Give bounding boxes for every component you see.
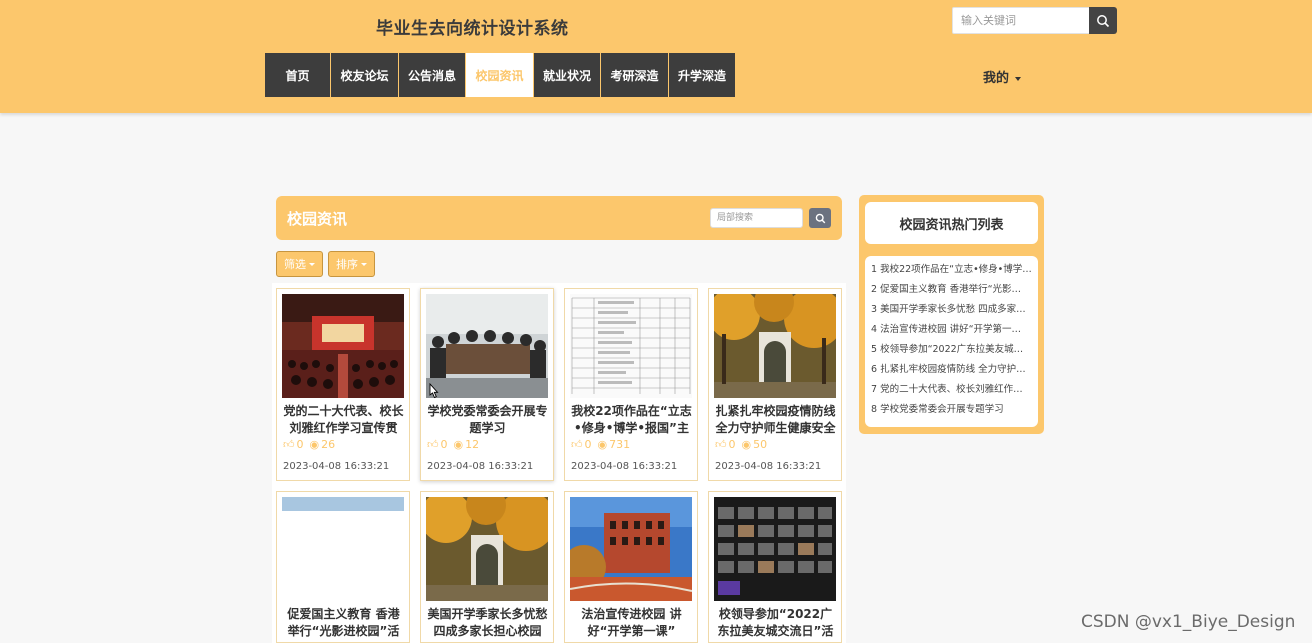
news-title: 美国开学季家长多忧愁 四成多家长担心校园安…: [427, 607, 548, 638]
hot-list-item[interactable]: 4 法治宣传进校园 讲好“开学第一…: [871, 320, 1032, 340]
news-card[interactable]: 我校22项作品在“立志•修身•博学•报国”主题… 👍︎0 ◉731 2023-0…: [564, 288, 698, 481]
filter-label: 筛选: [284, 258, 306, 271]
news-stats: 👍︎ 0 ◉ 12: [427, 438, 479, 451]
news-thumbnail: [570, 497, 692, 601]
news-stats: 👍︎ 0 ◉ 731: [571, 438, 630, 451]
nav-alumni-forum[interactable]: 校友论坛: [331, 53, 399, 97]
news-thumbnail: [714, 497, 836, 601]
sort-label: 排序: [336, 258, 358, 271]
news-title: 校领导参加“2022广东拉美友城交流日”活动: [717, 607, 834, 638]
news-stats: 👍︎ 0 ◉ 26: [283, 438, 335, 451]
news-stats: 👍︎ 0 ◉ 50: [715, 438, 767, 451]
news-title: 法治宣传进校园 讲好“开学第一课”: [581, 607, 682, 638]
mouse-cursor-icon: [429, 383, 439, 399]
local-search-button[interactable]: [809, 208, 831, 228]
news-title: 党的二十大代表、校长刘雅红作学习宣传贯彻…: [283, 404, 404, 435]
news-card[interactable]: 党的二十大代表、校长刘雅红作学习宣传贯彻… 👍︎0 ◉26 2023-04-08…: [276, 288, 410, 481]
news-title: 扎紧扎牢校园疫情防线 全力守护师生健康安全: [715, 404, 836, 435]
panel-header: 校园资讯 局部搜索: [276, 196, 842, 240]
hot-list-item[interactable]: 3 美国开学季家长多忧愁 四成多家…: [871, 300, 1032, 320]
hot-list-item[interactable]: 7 党的二十大代表、校长刘雅红作…: [871, 380, 1032, 400]
eye-icon: ◉: [597, 438, 608, 451]
news-title: 促爱国主义教育 香港举行“光影进校园”活动: [287, 607, 400, 638]
view-count: 50: [753, 438, 768, 451]
my-menu-label: 我的: [983, 71, 1010, 86]
watermark: CSDN @vx1_Biye_Design: [1081, 612, 1296, 632]
news-date: 2023-04-08 16:33:21: [715, 461, 822, 472]
news-thumbnail: [570, 294, 692, 398]
eye-icon: ◉: [309, 438, 320, 451]
search-icon: [1097, 14, 1110, 27]
caret-down-icon: [309, 262, 315, 266]
news-card[interactable]: 扎紧扎牢校园疫情防线 全力守护师生健康安全 👍︎ 0 ◉ 50 2023-04-08…: [708, 288, 842, 481]
view-count: 12: [465, 438, 480, 451]
hot-list-title: 校园资讯热门列表: [865, 202, 1038, 244]
panel-title: 校园资讯: [287, 210, 348, 228]
thumbs-up-icon: 👍︎: [571, 438, 583, 451]
hot-list-item[interactable]: 8 学校党委常委会开展专题学习: [871, 400, 1032, 420]
eye-icon: ◉: [453, 438, 464, 451]
search-input[interactable]: 输入关键词: [952, 7, 1090, 34]
news-date: 2023-04-08 16:33:21: [427, 461, 534, 472]
search-button[interactable]: [1089, 7, 1117, 34]
nav-further-study[interactable]: 升学深造: [669, 53, 736, 97]
nav-announcements[interactable]: 公告消息: [399, 53, 466, 97]
news-thumbnail: [426, 294, 548, 398]
view-count: 731: [609, 438, 631, 451]
hot-list: 1 我校22项作品在“立志•修身•博学… 2 促爱国主义教育 香港举行“光影… …: [865, 256, 1038, 427]
main-nav: 首页 校友论坛 公告消息 校园资讯 就业状况 考研深造 升学深造: [265, 53, 736, 97]
like-count: 0: [728, 438, 736, 451]
caret-down-icon: [1015, 76, 1022, 81]
my-menu[interactable]: 我的: [983, 67, 1022, 86]
thumbs-up-icon: 👍︎: [427, 438, 439, 451]
news-card[interactable]: 美国开学季家长多忧愁 四成多家长担心校园安…: [420, 491, 554, 643]
news-card[interactable]: 学校党委常委会开展专题学习 👍︎ 0 ◉ 12 2023-04-08 16:33:2…: [420, 288, 554, 481]
like-count: 0: [296, 438, 304, 451]
news-title: 我校22项作品在“立志•修身•博学•报国”主题…: [571, 404, 692, 435]
view-count: 26: [321, 438, 336, 451]
nav-employment[interactable]: 就业状况: [534, 53, 601, 97]
caret-down-icon: [361, 262, 367, 266]
hot-list-item[interactable]: 2 促爱国主义教育 香港举行“光影…: [871, 280, 1032, 300]
eye-icon: ◉: [741, 438, 752, 451]
search-icon: [815, 213, 825, 223]
news-date: 2023-04-08 16:33:21: [571, 461, 678, 472]
hot-list-item[interactable]: 1 我校22项作品在“立志•修身•博学…: [871, 260, 1032, 280]
thumbs-up-icon: 👍︎: [715, 438, 727, 451]
nav-postgrad[interactable]: 考研深造: [601, 53, 669, 97]
news-card[interactable]: 法治宣传进校园 讲好“开学第一课”: [564, 491, 698, 643]
news-card[interactable]: 校领导参加“2022广东拉美友城交流日”活动: [708, 491, 842, 643]
hot-list-item[interactable]: 5 校领导参加“2022广东拉美友城…: [871, 340, 1032, 360]
hot-list-panel: 校园资讯热门列表 1 我校22项作品在“立志•修身•博学… 2 促爱国主义教育 …: [859, 195, 1044, 434]
news-title: 学校党委常委会开展专题学习: [427, 404, 548, 435]
hot-list-item[interactable]: 6 扎紧扎牢校园疫情防线 全力守护…: [871, 360, 1032, 380]
filter-button[interactable]: 筛选: [276, 251, 323, 277]
news-card[interactable]: 促爱国主义教育 香港举行“光影进校园”活动: [276, 491, 410, 643]
news-thumbnail: [282, 294, 404, 398]
header-bar: 毕业生去向统计设计系统 输入关键词 首页 校友论坛 公告消息 校园资讯 就业状况…: [0, 0, 1312, 113]
site-title: 毕业生去向统计设计系统: [376, 19, 569, 39]
local-search-input[interactable]: 局部搜索: [710, 208, 803, 228]
like-count: 0: [584, 438, 592, 451]
nav-home[interactable]: 首页: [265, 53, 331, 97]
sort-button[interactable]: 排序: [328, 251, 375, 277]
news-thumbnail: [426, 497, 548, 601]
nav-campus-news[interactable]: 校园资讯: [466, 53, 534, 97]
thumbs-up-icon: 👍︎: [283, 438, 295, 451]
news-date: 2023-04-08 16:33:21: [283, 461, 390, 472]
news-thumbnail: [714, 294, 836, 398]
news-thumbnail: [282, 497, 404, 601]
like-count: 0: [440, 438, 448, 451]
